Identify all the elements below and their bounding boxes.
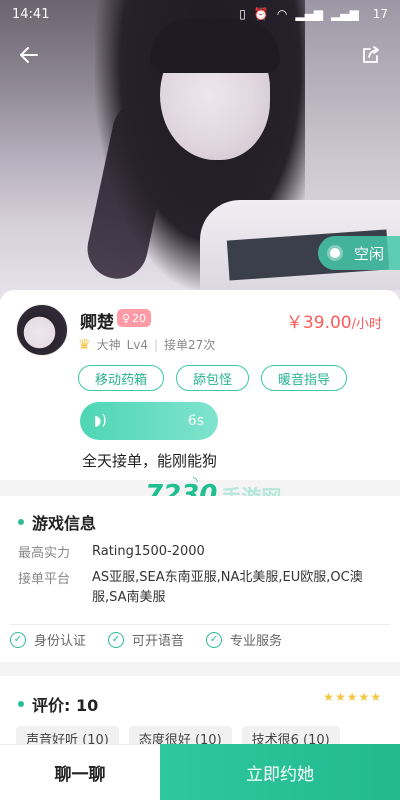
skill-tags: 移动药箱 舔包怪 暖音指导: [78, 365, 348, 391]
voice-duration: 6s: [187, 413, 204, 429]
verification-item: ✓ 专业服务: [206, 630, 282, 649]
star-icon: ★: [358, 690, 371, 704]
skill-tag: 舔包怪: [176, 365, 250, 391]
game-info-title: 游戏信息: [32, 514, 97, 533]
availability-status: 空闲: [318, 236, 400, 270]
age-value: 20: [132, 311, 147, 325]
check-icon: ✓: [10, 631, 26, 648]
bullet-icon: [18, 701, 24, 707]
rating-label: 评价: 10: [32, 696, 99, 715]
star-icon: ★: [334, 690, 347, 704]
star-icon: ★: [370, 690, 382, 704]
book-now-button[interactable]: 立即约她: [160, 744, 400, 800]
vibrate-icon: ▯: [239, 7, 246, 21]
game-info-section: 游戏信息 最高实力 Rating1500-2000 接单平台 AS亚服,SEA东…: [0, 496, 400, 662]
price-unit: /小时: [351, 317, 382, 332]
verification-item: ✓ 可开语音: [108, 630, 184, 649]
order-count: 接单27次: [164, 338, 216, 352]
crown-icon: ♛: [78, 336, 91, 353]
verification-label: 专业服务: [230, 634, 283, 649]
info-key: 最高实力: [18, 546, 71, 561]
sound-wave-icon: ◗): [94, 413, 107, 429]
voice-intro-button[interactable]: ◗) 6s: [80, 402, 218, 440]
divider: [10, 624, 390, 625]
bottom-action-bar: 聊一聊 立即约她: [0, 744, 400, 800]
bullet-icon: [18, 519, 24, 525]
status-label: 空闲: [354, 244, 385, 263]
profile-description: 全天接单，能刚能狗: [82, 452, 218, 470]
section-title: 游戏信息: [18, 510, 96, 534]
info-row-platform: 接单平台 AS亚服,SEA东南亚服,NA北美服,EU欧服,OC澳服,SA南美服: [18, 568, 384, 608]
share-button[interactable]: [356, 40, 386, 70]
wifi-icon: ◠: [276, 7, 288, 21]
meta-divider: |: [154, 337, 159, 352]
star-icon: ★: [346, 690, 359, 704]
verification-item: ✓ 身份认证: [10, 630, 86, 649]
check-icon: ✓: [206, 631, 223, 648]
player-name: 卿楚: [80, 313, 114, 333]
skill-tag: 移动药箱: [78, 365, 165, 391]
rating-title: 评价: 10: [18, 692, 98, 716]
info-value: Rating1500-2000: [92, 544, 205, 559]
info-value: AS亚服,SEA东南亚服,NA北美服,EU欧服,OC澳服,SA南美服: [92, 570, 363, 605]
avatar[interactable]: [16, 304, 68, 356]
verification-label: 可开语音: [132, 634, 185, 649]
chat-button[interactable]: 聊一聊: [0, 744, 160, 800]
verification-list: ✓ 身份认证 ✓ 可开语音 ✓ 专业服务: [10, 630, 282, 649]
back-arrow-icon: [20, 47, 38, 63]
status-dot-icon: [330, 248, 340, 258]
star-rating: ★★★★★: [323, 690, 382, 704]
check-icon: ✓: [108, 631, 125, 648]
info-key: 接单平台: [18, 572, 71, 587]
share-icon: [363, 46, 379, 63]
player-meta: ♛ 大神 Lv4 | 接单27次: [78, 336, 215, 353]
status-bar: 14:41 ▯ ⏰ ◠ ▂▄▆ ▂▄▆ 17: [0, 0, 400, 28]
star-icon: ★: [323, 690, 335, 704]
battery-level: 17: [372, 7, 388, 21]
alarm-icon: ⏰: [253, 7, 269, 21]
back-button[interactable]: [14, 40, 44, 70]
level: Lv4: [126, 337, 148, 352]
info-row-skill: 最高实力 Rating1500-2000: [18, 542, 384, 562]
age-badge: ♀ 20: [117, 309, 152, 327]
status-time: 14:41: [12, 6, 50, 22]
skill-tag: 暖音指导: [261, 365, 348, 391]
profile-card: 卿楚 ♀ 20 ￥39.00/小时 ♛ 大神 Lv4 | 接单27次 移动药箱 …: [0, 290, 400, 480]
price: ￥39.00/小时: [286, 308, 382, 333]
level-title: 大神: [96, 338, 121, 352]
female-icon: ♀: [122, 311, 131, 325]
signal-icon-2: ▂▄▆: [331, 7, 359, 21]
verification-label: 身份认证: [34, 634, 87, 649]
price-value: ￥39.00: [285, 313, 352, 333]
signal-icon: ▂▄▆: [295, 7, 324, 21]
